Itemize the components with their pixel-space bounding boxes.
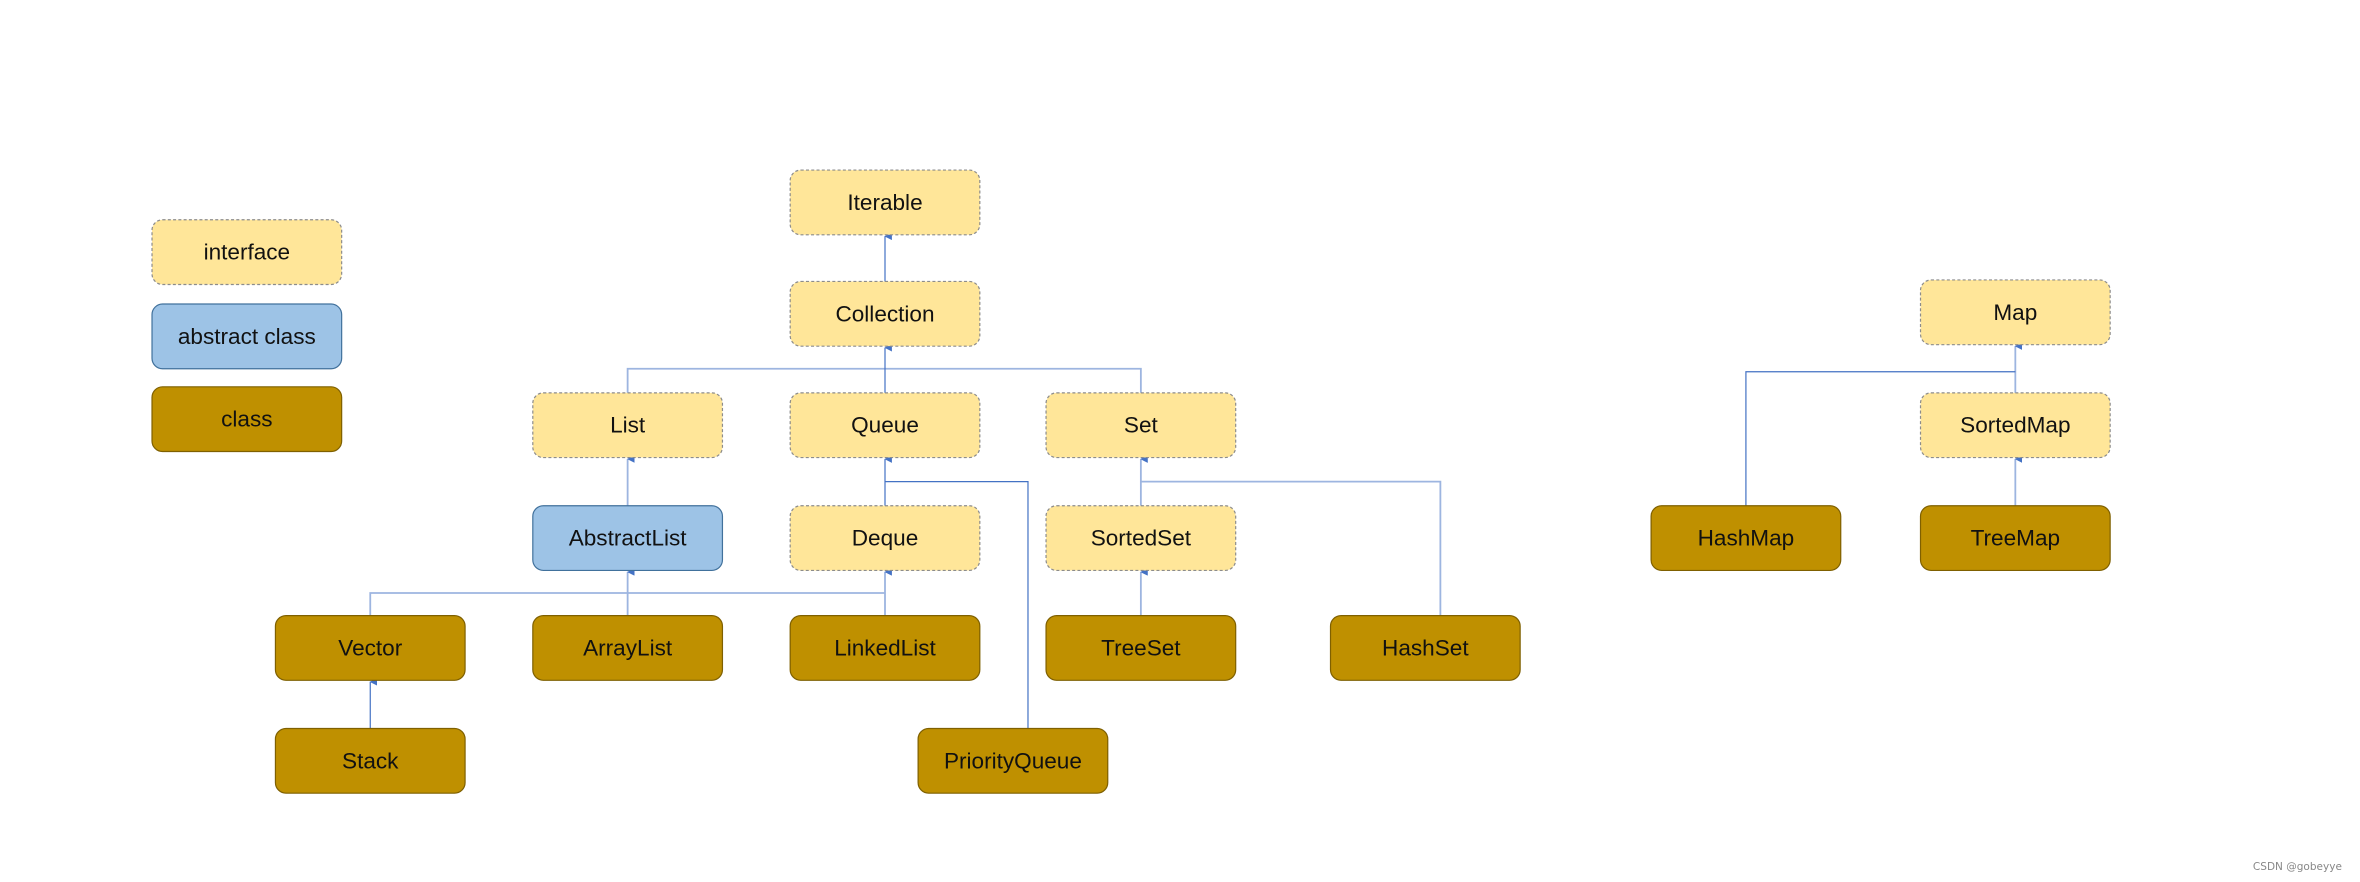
node-label: SortedSet <box>1091 526 1192 551</box>
node-set: Set <box>1045 392 1237 459</box>
legend-abstract: abstract class <box>151 303 343 370</box>
node-label: Stack <box>342 748 399 773</box>
node-label: class <box>221 407 272 432</box>
collection-hierarchy-diagram: interface abstract class class Iterable Coll… <box>151 169 2342 873</box>
node-stack: Stack <box>274 727 466 794</box>
node-hashmap: HashMap <box>1650 505 1842 572</box>
node-label: ArrayList <box>583 635 673 660</box>
node-abstractlist: AbstractList <box>532 505 724 572</box>
node-label: Deque <box>852 526 919 551</box>
node-label: AbstractList <box>569 526 688 551</box>
node-label: Queue <box>851 413 919 438</box>
node-label: SortedMap <box>1960 413 2070 438</box>
node-treemap: TreeMap <box>1919 505 2111 572</box>
node-linkedlist: LinkedList <box>789 614 981 681</box>
node-label: TreeMap <box>1971 526 2060 551</box>
node-label: HashMap <box>1698 526 1795 551</box>
node-hashset: HashSet <box>1329 614 1521 681</box>
legend-class: class <box>151 386 343 453</box>
node-sortedmap: SortedMap <box>1919 392 2111 459</box>
node-label: LinkedList <box>834 635 936 660</box>
node-vector: Vector <box>274 614 466 681</box>
node-label: Map <box>1993 300 2037 325</box>
node-label: HashSet <box>1382 635 1469 660</box>
node-label: Set <box>1124 413 1159 438</box>
legend-interface: interface <box>151 219 343 286</box>
node-collection: Collection <box>789 280 981 347</box>
node-label: List <box>610 413 646 438</box>
node-deque: Deque <box>789 505 981 572</box>
node-queue: Queue <box>789 392 981 459</box>
watermark: CSDN @gobeyye <box>2253 861 2342 873</box>
node-label: Vector <box>338 635 402 660</box>
node-iterable: Iterable <box>789 169 981 236</box>
node-label: TreeSet <box>1101 635 1181 660</box>
node-label: abstract class <box>178 324 316 349</box>
node-arraylist: ArrayList <box>532 614 724 681</box>
node-label: Collection <box>835 301 934 326</box>
node-sortedset: SortedSet <box>1045 505 1237 572</box>
node-list: List <box>532 392 724 459</box>
node-priorityqueue: PriorityQueue <box>917 727 1109 794</box>
node-label: PriorityQueue <box>944 748 1082 773</box>
node-label: Iterable <box>847 190 922 215</box>
edge-list-set-collection <box>626 367 1142 393</box>
node-label: interface <box>204 240 291 265</box>
node-treeset: TreeSet <box>1045 614 1237 681</box>
node-map: Map <box>1919 279 2111 346</box>
